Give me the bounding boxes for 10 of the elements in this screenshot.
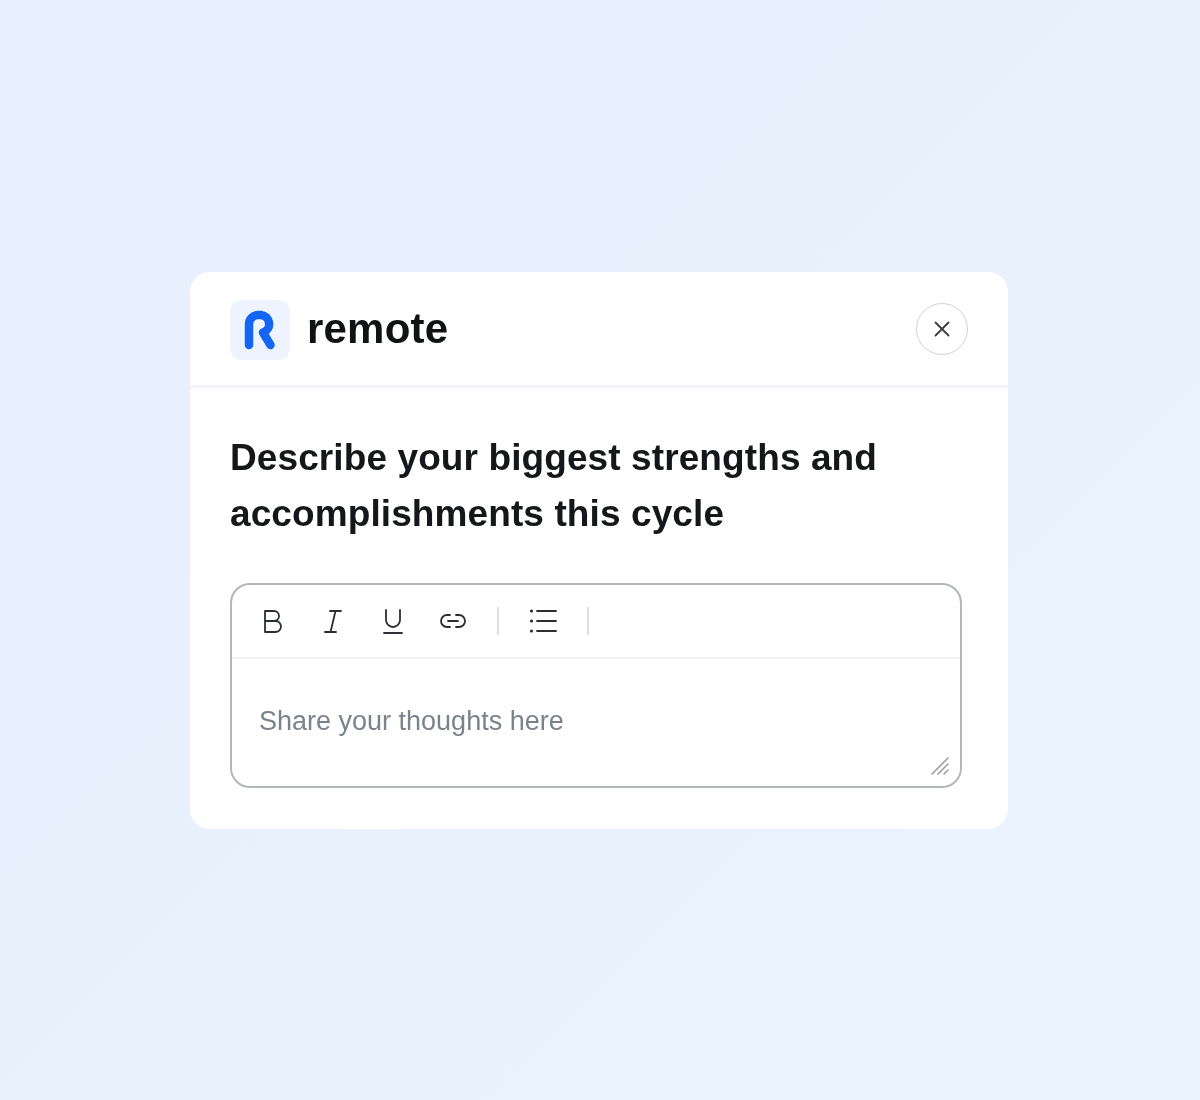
link-icon xyxy=(439,613,467,629)
bullet-list-icon xyxy=(529,608,557,634)
rich-text-editor[interactable]: Share your thoughts here xyxy=(230,583,962,788)
logo-icon xyxy=(230,299,290,360)
text-field[interactable]: Share your thoughts here xyxy=(232,659,960,786)
underline-icon xyxy=(380,608,406,634)
brand-name: remote xyxy=(307,304,449,353)
resize-grip-icon[interactable] xyxy=(928,754,950,776)
question-heading: Describe your biggest strengths and accomplishments this cycle xyxy=(230,436,879,536)
close-icon xyxy=(934,320,950,337)
